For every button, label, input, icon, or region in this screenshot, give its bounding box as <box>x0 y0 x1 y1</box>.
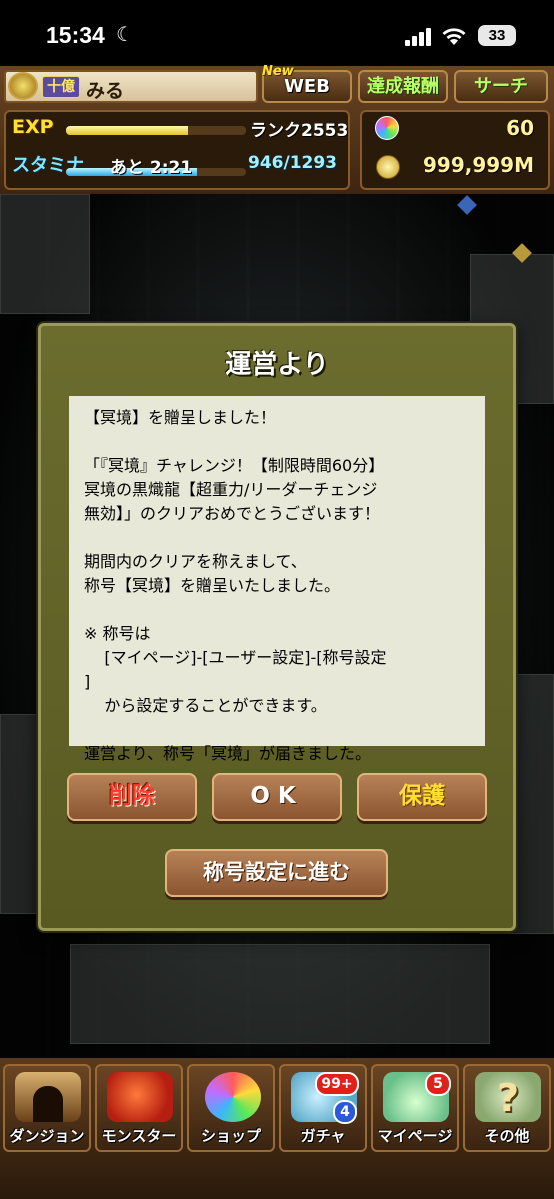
delete-button[interactable]: 削除 <box>67 773 197 821</box>
background-stone <box>70 944 490 1044</box>
wifi-icon <box>442 28 466 45</box>
gacha-count-badge: 4 <box>333 1100 357 1124</box>
nav-label: モンスター <box>101 1127 177 1145</box>
exp-bar-fill <box>66 126 189 135</box>
question-mark-icon: ? <box>475 1072 541 1122</box>
title-tag: 十億 <box>42 76 80 98</box>
new-tag: New <box>262 64 294 79</box>
search-button[interactable]: サーチ <box>454 70 548 103</box>
title-badge-icon <box>8 72 38 100</box>
nav-label: マイページ <box>377 1127 453 1145</box>
nav-label: ガチャ <box>300 1127 346 1145</box>
magic-stone-icon <box>205 1072 261 1122</box>
dragon-icon <box>107 1072 173 1122</box>
protect-button[interactable]: 保護 <box>357 773 487 821</box>
ok-button[interactable]: OK <box>212 773 342 821</box>
nav-monster[interactable]: モンスター <box>95 1064 183 1152</box>
cellular-signal-icon <box>405 28 431 46</box>
nav-shop[interactable]: ショップ <box>187 1064 275 1152</box>
message-text: 【冥境】を贈呈しました！ 「『冥境』チャレンジ！【制限時間60分】 冥境の黒熾龍… <box>84 408 387 763</box>
dialog-title: 運営より <box>225 350 329 380</box>
background-stone <box>0 194 90 314</box>
magic-stone-count: 60 <box>506 116 534 140</box>
clock: 15:34 <box>46 22 105 48</box>
dungeon-gate-icon <box>15 1072 81 1122</box>
coin-icon <box>376 155 400 179</box>
achievement-reward-button[interactable]: 達成報酬 <box>358 70 448 103</box>
stamina-timer: あと 2:21 <box>110 158 193 178</box>
go-to-title-settings-button[interactable]: 称号設定に進む <box>165 849 388 897</box>
nav-label: ショップ <box>200 1127 261 1145</box>
focus-moon-icon: ☾ <box>116 22 134 46</box>
stamina-value: 946/1293 <box>248 153 338 173</box>
nav-label: ダンジョン <box>9 1127 85 1145</box>
magic-stone-icon <box>375 116 399 140</box>
gacha-badge: 99+ <box>315 1072 359 1096</box>
nav-label: その他 <box>484 1127 530 1145</box>
nav-other[interactable]: ? その他 <box>463 1064 551 1152</box>
player-name: みる <box>86 81 125 102</box>
coin-count: 999,999M <box>423 153 534 177</box>
nav-dungeon[interactable]: ダンジョン <box>3 1064 91 1152</box>
mypage-badge: 5 <box>425 1072 451 1096</box>
nav-mypage[interactable]: 5 マイページ <box>371 1064 459 1152</box>
exp-bar <box>66 126 246 135</box>
rank-label: ランク2553 <box>250 121 349 141</box>
status-bar: 15:34 ☾ 33 <box>0 0 554 66</box>
battery-icon: 33 <box>478 25 516 46</box>
exp-label: EXP <box>12 116 54 138</box>
nav-gacha[interactable]: 99+ 4 ガチャ <box>279 1064 367 1152</box>
